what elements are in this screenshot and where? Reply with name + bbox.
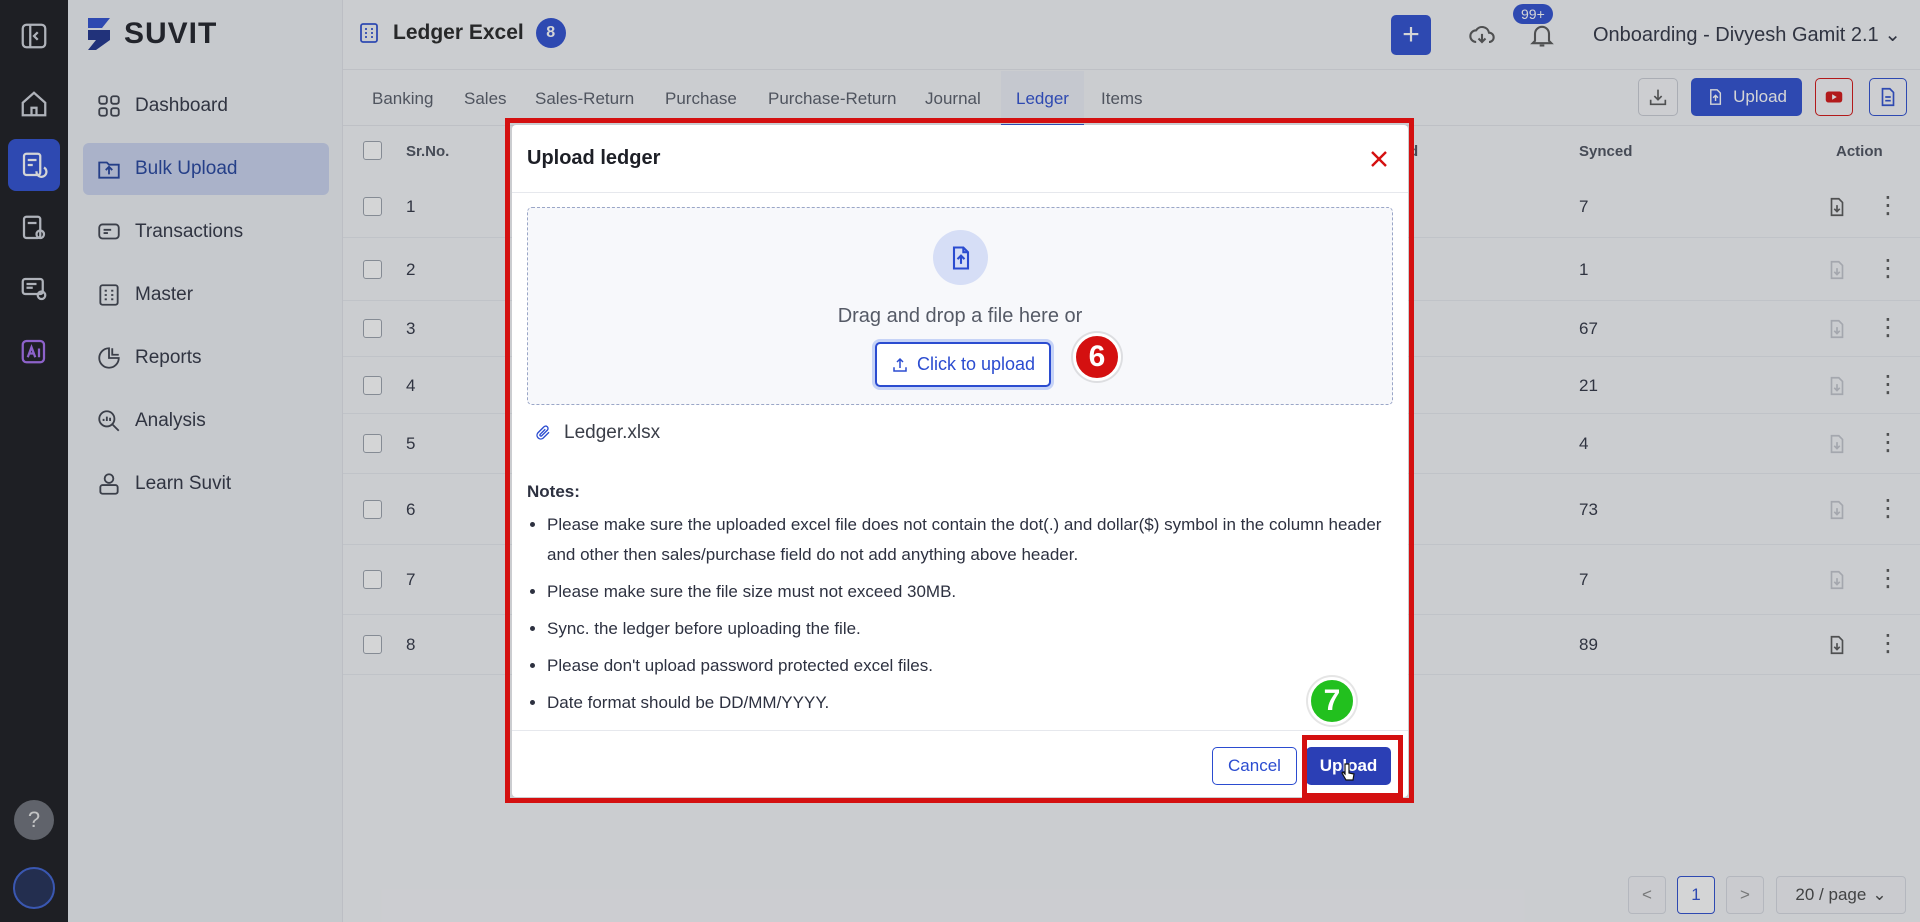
click-to-upload-button[interactable]: Click to upload — [875, 342, 1051, 387]
hand-cursor-icon — [1341, 763, 1355, 781]
note-item: Please don't upload password protected e… — [547, 651, 1387, 681]
modal-footer: Cancel Upload — [512, 730, 1408, 797]
notes-title: Notes: — [527, 482, 580, 501]
note-item: Sync. the ledger before uploading the fi… — [547, 614, 1387, 644]
cancel-button[interactable]: Cancel — [1212, 747, 1297, 785]
step-marker-7: 7 — [1308, 677, 1356, 725]
note-item: Date format should be DD/MM/YYYY. — [547, 688, 1387, 718]
paperclip-icon — [536, 425, 550, 440]
close-icon[interactable] — [1365, 145, 1393, 173]
note-item: Please make sure the uploaded excel file… — [547, 510, 1387, 570]
upload-ledger-modal: Upload ledger Drag and drop a file here … — [512, 125, 1408, 797]
file-name: Ledger.xlsx — [564, 422, 661, 443]
modal-title: Upload ledger — [527, 147, 661, 169]
file-upload-icon — [933, 230, 988, 285]
upload-icon — [893, 357, 907, 372]
attached-file: Ledger.xlsx — [534, 422, 660, 444]
upload-notes: Notes: Please make sure the uploaded exc… — [527, 482, 1387, 725]
step-marker-6: 6 — [1073, 333, 1121, 381]
file-dropzone[interactable]: Drag and drop a file here or Click to up… — [527, 207, 1393, 405]
click-to-upload-label: Click to upload — [916, 354, 1036, 374]
modal-header: Upload ledger — [512, 125, 1408, 193]
dropzone-text: Drag and drop a file here or — [837, 305, 1083, 327]
note-item: Please make sure the file size must not … — [547, 577, 1387, 607]
